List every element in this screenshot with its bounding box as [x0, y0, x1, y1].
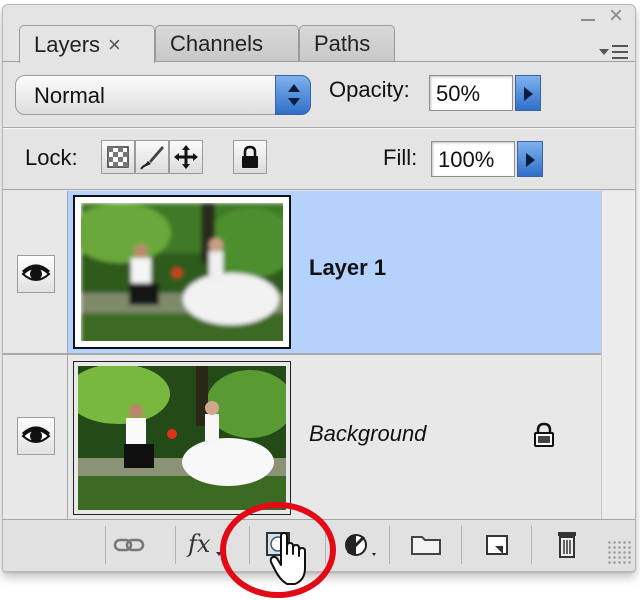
lock-all-icon[interactable] [233, 140, 267, 174]
tab-paths-label: Paths [314, 30, 371, 56]
tab-layers[interactable]: Layers × [19, 25, 155, 63]
new-layer-icon[interactable] [461, 526, 531, 564]
close-tab-icon[interactable]: × [108, 32, 121, 58]
new-group-icon[interactable] [389, 526, 461, 564]
blend-mode-value: Normal [34, 83, 105, 108]
tab-channels-label: Channels [170, 30, 263, 56]
layers-list: Layer 1 Background [3, 191, 601, 519]
fx-label: fx [188, 530, 211, 558]
layer-thumbnail[interactable] [73, 361, 291, 515]
layers-panel: Layers × Channels Paths × Normal Opacity… [2, 4, 636, 572]
fill-field[interactable]: 100% [431, 141, 515, 177]
close-icon[interactable]: × [609, 5, 623, 28]
layer-thumbnail[interactable] [73, 195, 291, 349]
visibility-eye-icon[interactable] [17, 417, 55, 455]
layer-row[interactable]: Layer 1 [3, 191, 601, 353]
opacity-label: Opacity: [329, 77, 410, 102]
fill-label: Fill: [383, 145, 418, 170]
lock-label: Lock: [25, 145, 78, 170]
tab-strip: Layers × Channels Paths × [3, 5, 635, 63]
lock-icon [531, 421, 557, 454]
resize-grip-icon[interactable] [607, 540, 631, 564]
lock-image-pixels-icon[interactable] [135, 140, 169, 174]
lock-transparent-pixels-icon[interactable] [101, 140, 135, 174]
wedding-photo-thumbnail [81, 203, 283, 341]
lock-position-icon[interactable] [169, 140, 203, 174]
delete-layer-icon[interactable] [531, 526, 601, 564]
panel-menu-icon[interactable] [599, 39, 631, 67]
layer-row[interactable]: Background [3, 355, 601, 519]
layers-scrollbar[interactable] [601, 191, 635, 519]
layer-name[interactable]: Background [309, 421, 426, 447]
visibility-eye-icon[interactable] [17, 255, 55, 293]
tab-paths[interactable]: Paths [299, 25, 395, 61]
fill-slider-arrow-icon[interactable] [517, 141, 543, 177]
layer-style-fx-icon[interactable]: fx [175, 526, 225, 564]
minimize-icon[interactable] [577, 7, 599, 27]
link-layers-icon[interactable] [105, 526, 151, 564]
opacity-field[interactable]: 50% [429, 75, 513, 111]
blend-mode-stepper-icon[interactable] [275, 75, 311, 115]
hand-cursor-icon [268, 532, 312, 593]
opacity-slider-arrow-icon[interactable] [515, 75, 541, 111]
layer-name[interactable]: Layer 1 [309, 255, 386, 281]
wedding-photo-thumbnail [78, 366, 286, 510]
tab-channels[interactable]: Channels [155, 25, 299, 61]
tab-layers-label: Layers [34, 31, 101, 57]
blend-mode-select[interactable]: Normal [15, 75, 311, 115]
